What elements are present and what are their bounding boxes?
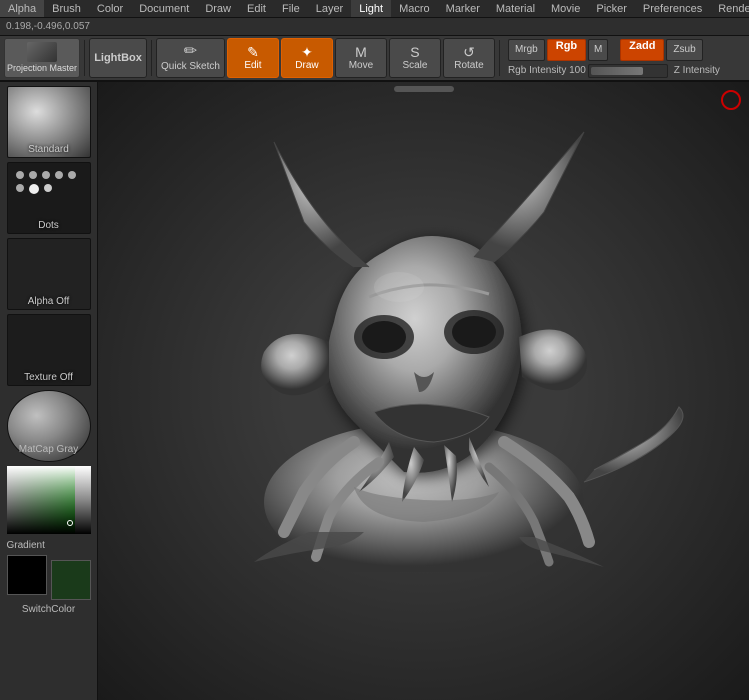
- rgb-button[interactable]: Rgb: [547, 39, 586, 61]
- menu-color[interactable]: Color: [89, 0, 131, 17]
- menu-picker[interactable]: Picker: [588, 0, 635, 17]
- dots-label: Dots: [38, 220, 59, 231]
- scale-button[interactable]: S Scale: [389, 38, 441, 78]
- toolbar: Projection Master LightBox ✏ Quick Sketc…: [0, 36, 749, 82]
- model-background: [98, 82, 749, 700]
- matcap-thumb[interactable]: MatCap Gray: [7, 390, 91, 462]
- menu-preferences[interactable]: Preferences: [635, 0, 710, 17]
- menu-draw[interactable]: Draw: [197, 0, 239, 17]
- coords-value: 0.198,-0.496,0.057: [6, 21, 90, 32]
- rotate-label: Rotate: [454, 60, 483, 71]
- brightness-slider[interactable]: [75, 466, 91, 534]
- right-row-1: Mrgb Rgb M Zadd Zsub: [508, 39, 720, 61]
- dots-pattern: [16, 171, 86, 194]
- menu-brush[interactable]: Brush: [44, 0, 89, 17]
- m-button[interactable]: M: [588, 39, 608, 61]
- mrgb-button[interactable]: Mrgb: [508, 39, 545, 61]
- alpha-thumb[interactable]: Alpha Off: [7, 238, 91, 310]
- viewport-scrollbar[interactable]: [394, 86, 454, 92]
- z-intensity-label: Z Intensity: [674, 65, 720, 76]
- separator-1: [84, 40, 85, 76]
- texture-thumb[interactable]: Texture Off: [7, 314, 91, 386]
- menu-movie[interactable]: Movie: [543, 0, 588, 17]
- rgb-intensity-fill: [591, 67, 643, 75]
- scale-label: Scale: [402, 60, 427, 71]
- background-swatch[interactable]: [51, 560, 91, 600]
- alpha-label: Alpha Off: [28, 296, 70, 307]
- separator-3: [499, 40, 500, 76]
- switch-swatches[interactable]: [7, 555, 91, 600]
- gradient-label: Gradient: [7, 540, 91, 551]
- viewport[interactable]: [98, 82, 749, 700]
- edit-label: Edit: [244, 60, 261, 71]
- separator-2: [151, 40, 152, 76]
- menu-bar: Alpha Brush Color Document Draw Edit Fil…: [0, 0, 749, 18]
- projection-master-button[interactable]: Projection Master: [4, 38, 80, 78]
- draw-button[interactable]: ✦ Draw: [281, 38, 333, 78]
- menu-render[interactable]: Render: [710, 0, 749, 17]
- move-button[interactable]: M Move: [335, 38, 387, 78]
- projection-master-label: Projection Master: [7, 64, 77, 74]
- menu-light[interactable]: Light: [351, 0, 391, 17]
- switch-color-label: SwitchColor: [7, 604, 91, 615]
- rgb-intensity-label: Rgb Intensity 100: [508, 65, 586, 76]
- menu-layer[interactable]: Layer: [308, 0, 352, 17]
- lightbox-button[interactable]: LightBox: [89, 38, 147, 78]
- rotate-icon: ↺: [463, 45, 475, 59]
- menu-document[interactable]: Document: [131, 0, 197, 17]
- menu-marker[interactable]: Marker: [438, 0, 488, 17]
- dots-brush-thumb[interactable]: Dots: [7, 162, 91, 234]
- zsub-button[interactable]: Zsub: [666, 39, 702, 61]
- quick-sketch-button[interactable]: ✏ Quick Sketch: [156, 38, 225, 78]
- edit-button[interactable]: ✎ Edit: [227, 38, 279, 78]
- quick-sketch-icon: ✏: [184, 44, 197, 60]
- zadd-button[interactable]: Zadd: [620, 39, 664, 61]
- left-panel: Standard Dots Alpha Off Texture Off MatC…: [0, 82, 98, 700]
- move-label: Move: [349, 60, 373, 71]
- matcap-label: MatCap Gray: [19, 444, 78, 455]
- edit-icon: ✎: [247, 45, 259, 59]
- 3d-model: [134, 102, 714, 572]
- menu-alpha[interactable]: Alpha: [0, 0, 44, 17]
- quick-sketch-label: Quick Sketch: [161, 61, 220, 72]
- standard-label: Standard: [28, 144, 69, 155]
- menu-edit[interactable]: Edit: [239, 0, 274, 17]
- coords-bar: 0.198,-0.496,0.057: [0, 18, 749, 36]
- menu-material[interactable]: Material: [488, 0, 543, 17]
- indicator-circle: [721, 90, 741, 110]
- move-icon: M: [355, 45, 367, 59]
- scale-icon: S: [410, 45, 419, 59]
- right-controls: Mrgb Rgb M Zadd Zsub Rgb Intensity 100 Z…: [508, 39, 720, 78]
- menu-macro[interactable]: Macro: [391, 0, 438, 17]
- draw-icon: ✦: [301, 45, 313, 59]
- draw-label: Draw: [295, 60, 318, 71]
- right-row-2: Rgb Intensity 100 Z Intensity: [508, 64, 720, 78]
- color-gradient: [7, 466, 75, 534]
- menu-file[interactable]: File: [274, 0, 308, 17]
- rotate-button[interactable]: ↺ Rotate: [443, 38, 495, 78]
- texture-label: Texture Off: [24, 372, 73, 383]
- foreground-swatch[interactable]: [7, 555, 47, 595]
- standard-brush-thumb[interactable]: Standard: [7, 86, 91, 158]
- lightbox-label: LightBox: [94, 52, 142, 64]
- main-area: Standard Dots Alpha Off Texture Off MatC…: [0, 82, 749, 700]
- color-picker[interactable]: [7, 466, 91, 536]
- rgb-intensity-slider[interactable]: [588, 64, 668, 78]
